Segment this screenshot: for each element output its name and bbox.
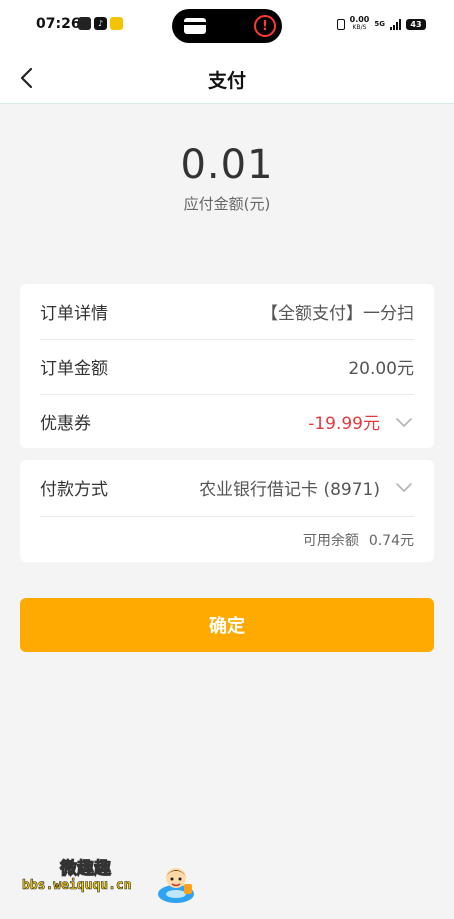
status-time: 07:26 <box>36 16 81 32</box>
payable-amount: 0.01 <box>180 142 274 188</box>
available-balance-row: 可用余额 0.74元 <box>40 516 414 562</box>
network-type: 5G <box>374 20 385 28</box>
chevron-down-icon[interactable] <box>394 477 414 497</box>
battery-icon: 43 <box>406 18 426 30</box>
signal-icon <box>390 18 401 30</box>
watermark: 微趣趣 bbs.weiququ.cn <box>8 842 206 912</box>
dynamic-island[interactable]: ! <box>172 9 282 43</box>
page-title: 支付 <box>207 70 246 92</box>
status-indicators: 0.00 KB/S 5G 43 <box>336 16 426 32</box>
order-details-value: 【全额支付】一分扫 <box>261 303 414 324</box>
network-speed-unit: KB/S <box>352 24 367 31</box>
status-app-icons: ♪ <box>78 17 123 30</box>
alert-icon: ! <box>254 15 276 37</box>
mail-icon <box>110 17 123 30</box>
status-bar: 07:26 ♪ ! 0.00 KB/S 5G 43 <box>0 0 454 52</box>
watermark-url: bbs.weiququ.cn <box>22 878 132 894</box>
payment-method-row[interactable]: 付款方式 农业银行借记卡 (8971) <box>40 460 414 514</box>
chevron-down-icon[interactable] <box>394 412 414 432</box>
card-shield-icon <box>184 18 206 34</box>
payment-method-label: 付款方式 <box>40 479 108 500</box>
network-speed-value: 0.00 <box>349 15 370 24</box>
confirm-button[interactable]: 确定 <box>20 598 434 652</box>
battery-level: 43 <box>410 19 422 29</box>
coupon-label: 优惠券 <box>40 414 91 434</box>
mascot-icon <box>158 868 194 903</box>
app-notification-icon <box>78 17 91 30</box>
coupon-value-wrap: -19.99元 <box>308 409 414 434</box>
order-amount-row: 订单金额 20.00元 <box>40 339 414 393</box>
order-amount-value: 20.00元 <box>348 359 414 379</box>
available-balance-label: 可用余额 <box>302 532 359 549</box>
payment-method-value: 农业银行借记卡 (8971) <box>199 479 380 500</box>
payment-method-value-wrap: 农业银行借记卡 (8971) <box>199 475 414 500</box>
payment-card: 付款方式 农业银行借记卡 (8971) 可用余额 0.74元 <box>20 460 434 562</box>
nav-bar: 支付 <box>0 52 454 104</box>
vibrate-icon <box>336 18 345 30</box>
coupon-value: -19.99元 <box>308 414 380 434</box>
available-balance-value: 0.74元 <box>368 532 414 549</box>
payable-amount-label: 应付金额(元) <box>183 195 271 213</box>
order-card: 订单详情 【全额支付】一分扫 订单金额 20.00元 优惠券 -19.99元 <box>20 284 434 448</box>
order-details-row: 订单详情 【全额支付】一分扫 <box>40 284 414 338</box>
tiktok-icon: ♪ <box>94 17 107 30</box>
network-speed: 0.00 KB/S <box>350 16 370 32</box>
watermark-title: 微趣趣 <box>60 859 112 880</box>
order-amount-label: 订单金额 <box>40 359 108 379</box>
coupon-row[interactable]: 优惠券 -19.99元 <box>40 394 414 448</box>
order-details-label: 订单详情 <box>40 303 108 324</box>
